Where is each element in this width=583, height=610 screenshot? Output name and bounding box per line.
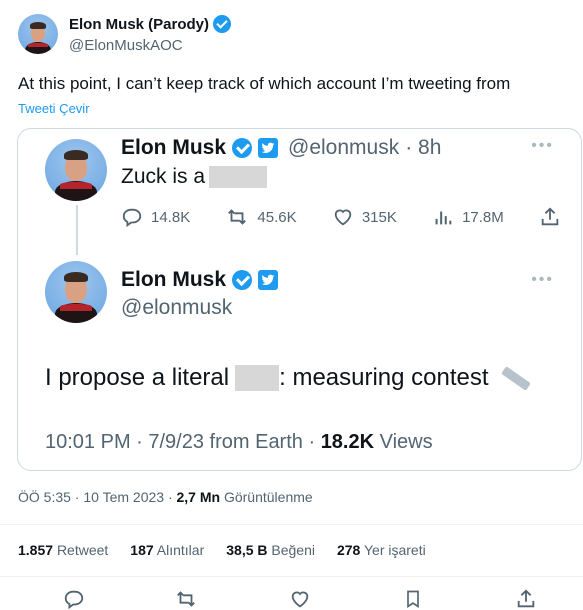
- quoted-timestamp-text: 10:01 PM · 7/9/23 from Earth ·: [45, 431, 316, 453]
- verified-badge-icon: [213, 15, 232, 33]
- share-button[interactable]: [513, 586, 539, 610]
- verified-badge-icon: [232, 270, 253, 290]
- tweet-text: At this point, I can’t keep track of whi…: [18, 74, 511, 93]
- reply-action[interactable]: 14.8K: [121, 206, 190, 228]
- reply-icon: [122, 208, 142, 228]
- redaction-block: [209, 166, 268, 188]
- stat-likes[interactable]: 38,5 B Beğeni: [226, 542, 315, 558]
- twitter-logo-icon: [258, 138, 279, 158]
- quoted-timestamp: 10:01 PM · 7/9/23 from Earth · 18.2K Vie…: [45, 431, 433, 454]
- quoted-author-name-text: Elon Musk: [121, 136, 227, 159]
- heart-icon: [334, 209, 352, 226]
- quoted-author-name: Elon Musk @elonmusk · 8h: [121, 136, 441, 160]
- quoted-handle: @elonmusk: [288, 136, 400, 159]
- reply-icon: [64, 590, 84, 610]
- tweet-action-bar: [0, 586, 583, 610]
- author-name-text: Elon Musk (Parody): [69, 15, 210, 33]
- author-avatar[interactable]: [18, 14, 58, 54]
- retweet-button[interactable]: [173, 586, 199, 610]
- tweet-meta: ÖÖ 5:35 · 10 Tem 2023 · 2,7 Mn Görüntüle…: [18, 489, 313, 505]
- quoted-text: Zuck is a: [121, 165, 268, 189]
- quoted-views-count: 18.2K: [320, 431, 375, 453]
- twitter-logo-icon: [258, 270, 279, 290]
- quoted-time: · 8h: [405, 136, 442, 159]
- stat-bookmarks[interactable]: 278 Yer işareti: [337, 542, 426, 558]
- divider: [0, 576, 583, 577]
- views-bar-chart-icon: [435, 211, 452, 225]
- stat-quotes[interactable]: 187 Alıntılar: [130, 542, 204, 558]
- quoted-author-name: Elon Musk: [121, 268, 279, 292]
- views-action[interactable]: 17.8M: [432, 206, 504, 228]
- more-options-icon[interactable]: •••: [531, 271, 554, 289]
- quoted-author-name-text: Elon Musk: [121, 268, 227, 291]
- tweet-views-count: 2,7 Mn: [176, 489, 221, 505]
- share-icon: [517, 589, 535, 608]
- retweet-action[interactable]: 45.6K: [225, 206, 297, 228]
- verified-badge-icon: [232, 138, 253, 158]
- quoted-main-text: I propose a literal : measuring contest: [45, 364, 531, 392]
- quoted-main-text-before: I propose a literal: [45, 364, 230, 391]
- like-button[interactable]: [287, 586, 313, 610]
- quoted-action-bar: 14.8K 45.6K 315K 17.8M: [121, 205, 561, 229]
- author-handle[interactable]: @ElonMuskAOC: [69, 37, 183, 54]
- bookmark-icon: [407, 590, 419, 609]
- quoted-handle: @elonmusk: [121, 296, 233, 319]
- divider: [0, 524, 583, 525]
- like-count: 315K: [361, 208, 397, 226]
- quoted-avatar[interactable]: [45, 261, 107, 323]
- share-icon: [541, 207, 559, 226]
- tweet: Elon Musk (Parody) @ElonMuskAOC At this …: [0, 0, 583, 610]
- like-action[interactable]: 315K: [332, 206, 397, 228]
- views-count: 17.8M: [462, 208, 504, 226]
- quoted-views-label: Views: [379, 431, 433, 453]
- more-options-icon[interactable]: •••: [531, 137, 554, 155]
- tweet-views-label: Görüntülenme: [223, 489, 313, 505]
- author-name[interactable]: Elon Musk (Parody): [69, 15, 232, 33]
- quoted-tweet-card[interactable]: Elon Musk @elonmusk · 8h ••• Zuck is a 1…: [17, 128, 582, 471]
- quoted-text-content: Zuck is a: [121, 165, 206, 188]
- quoted-avatar[interactable]: [45, 139, 107, 201]
- reply-button[interactable]: [61, 586, 87, 610]
- stat-retweets[interactable]: 1.857 Retweet: [18, 542, 108, 558]
- retweet-count: 45.6K: [257, 208, 297, 226]
- retweet-icon: [228, 209, 247, 225]
- heart-icon: [291, 591, 309, 608]
- reply-count: 14.8K: [151, 208, 191, 226]
- translate-link[interactable]: Tweeti Çevir: [18, 101, 90, 116]
- retweet-icon: [177, 591, 195, 607]
- tweet-timestamp[interactable]: ÖÖ 5:35 · 10 Tem 2023 ·: [18, 489, 173, 505]
- ruler-icon: [500, 365, 531, 391]
- engagement-stats: 1.857 Retweet 187 Alıntılar 38,5 B Beğen…: [18, 542, 426, 558]
- share-action[interactable]: [539, 206, 561, 228]
- quoted-main-text-after: : measuring contest: [279, 364, 489, 391]
- bookmark-button[interactable]: [400, 586, 426, 610]
- redaction-block: [235, 365, 280, 391]
- thread-line: [76, 205, 78, 255]
